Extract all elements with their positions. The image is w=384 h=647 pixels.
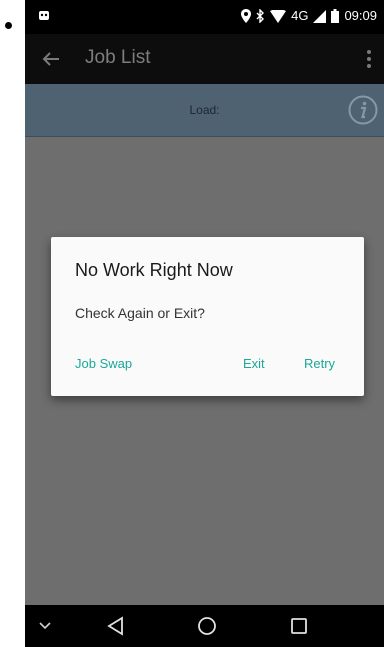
load-header: Load:	[25, 84, 384, 137]
network-type: 4G	[291, 8, 309, 23]
location-icon	[241, 9, 252, 23]
nav-home-icon[interactable]	[197, 616, 217, 636]
wifi-icon	[270, 9, 287, 23]
back-arrow-icon[interactable]	[39, 47, 63, 71]
no-work-dialog: No Work Right Now Check Again or Exit? J…	[51, 237, 364, 396]
exit-button[interactable]: Exit	[243, 356, 265, 371]
chevron-down-icon[interactable]	[38, 619, 52, 633]
clock: 09:09	[344, 8, 377, 23]
bullet-point	[5, 22, 12, 29]
status-icons: 4G 09:09	[241, 8, 377, 24]
page-title: Job List	[85, 47, 151, 68]
app-bar: Job List	[25, 34, 384, 84]
nav-recents-icon[interactable]	[290, 617, 308, 635]
signal-icon	[313, 9, 327, 23]
status-bar: 4G 09:09	[25, 0, 384, 34]
navigation-bar	[25, 605, 384, 647]
load-label: Load:	[189, 103, 220, 117]
notification-icon	[39, 11, 49, 20]
job-swap-button[interactable]: Job Swap	[75, 356, 132, 371]
info-icon[interactable]	[348, 95, 378, 125]
phone-screen: 4G 09:09 Job List Load: No Work Right No…	[25, 0, 384, 647]
battery-icon	[331, 9, 340, 23]
retry-button[interactable]: Retry	[304, 356, 335, 371]
bluetooth-icon	[256, 9, 265, 23]
overflow-menu-icon[interactable]	[366, 49, 372, 69]
dialog-title: No Work Right Now	[75, 260, 233, 280]
nav-back-icon[interactable]	[106, 616, 126, 636]
dialog-message: Check Again or Exit?	[75, 305, 205, 321]
